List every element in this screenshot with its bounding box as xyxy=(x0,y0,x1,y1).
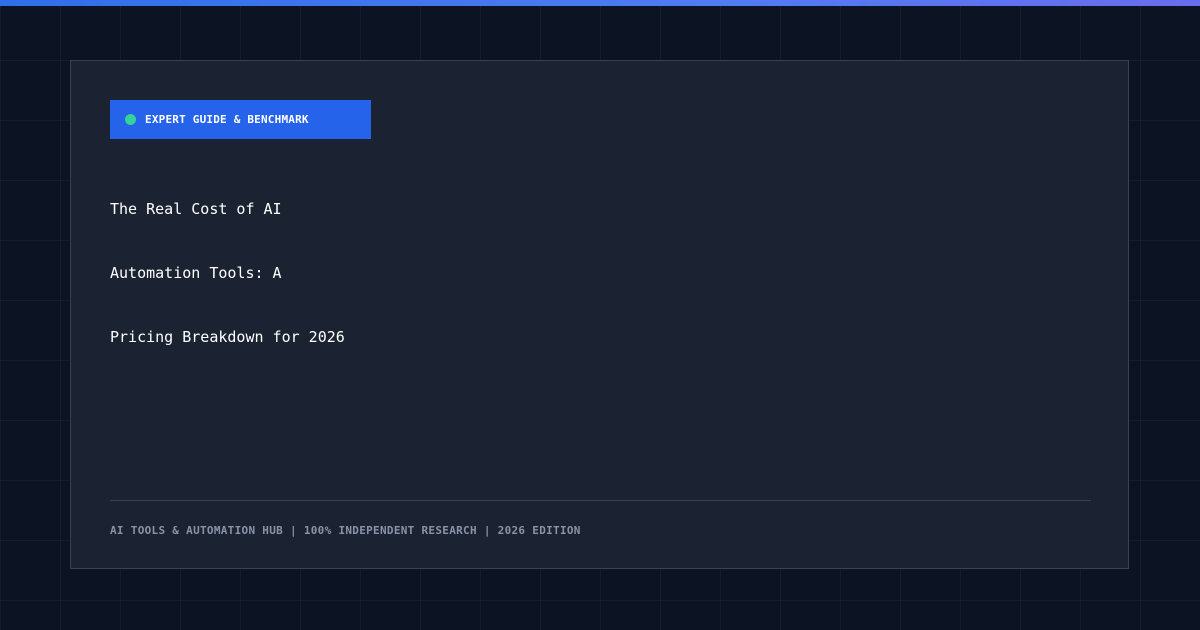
title-line-3: Pricing Breakdown for 2026 xyxy=(110,328,345,346)
title-line-1: The Real Cost of AI xyxy=(110,200,282,218)
page-title: The Real Cost of AI Automation Tools: A … xyxy=(110,191,345,383)
top-accent-bar xyxy=(0,0,1200,6)
title-line-2: Automation Tools: A xyxy=(110,264,282,282)
status-dot-icon xyxy=(125,114,136,125)
content-card: EXPERT GUIDE & BENCHMARK The Real Cost o… xyxy=(70,60,1129,569)
page: EXPERT GUIDE & BENCHMARK The Real Cost o… xyxy=(0,0,1200,630)
badge-label: EXPERT GUIDE & BENCHMARK xyxy=(145,113,309,126)
category-badge: EXPERT GUIDE & BENCHMARK xyxy=(110,100,371,139)
footer-divider xyxy=(110,500,1091,501)
footer-text: AI TOOLS & AUTOMATION HUB | 100% INDEPEN… xyxy=(110,524,581,537)
